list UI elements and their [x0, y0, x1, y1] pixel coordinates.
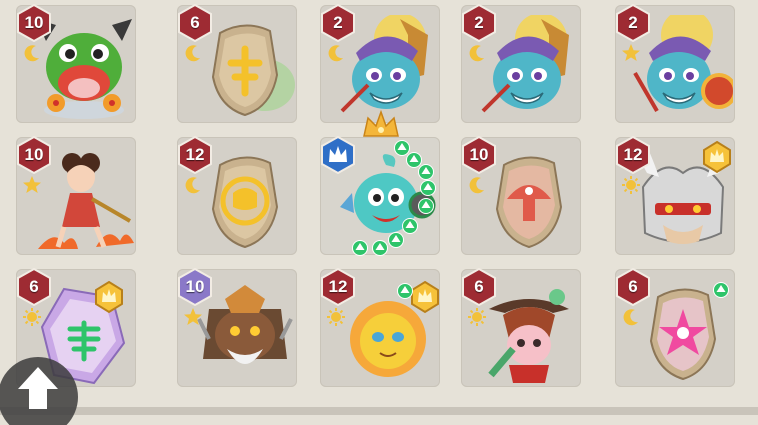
- crown-badge-icon: [318, 135, 358, 175]
- level-badge: 10: [14, 135, 54, 175]
- level-number: 6: [628, 277, 638, 296]
- sun-icon: [326, 307, 346, 327]
- level-badge: 10: [175, 267, 215, 307]
- sun-icon: [621, 175, 641, 195]
- level-badge: 2: [459, 3, 499, 43]
- level-number: 2: [474, 13, 484, 32]
- level-badge: 6: [459, 267, 499, 307]
- level-badge: 12: [613, 135, 653, 175]
- level-number: 2: [628, 13, 638, 32]
- upgrade-arrow-icon: [713, 282, 729, 298]
- upgrade-arrow-icon: [397, 283, 413, 299]
- level-badge: 12: [175, 135, 215, 175]
- bottom-bar: [0, 407, 758, 415]
- moon-icon: [22, 43, 42, 63]
- scroll-up-button[interactable]: [0, 345, 82, 425]
- level-number: 10: [185, 277, 205, 296]
- level-number: 6: [190, 13, 200, 32]
- level-number: 2: [333, 13, 343, 32]
- sun-icon: [467, 307, 487, 327]
- upgrade-arrow-icon: [420, 180, 436, 196]
- level-badge: 6: [175, 3, 215, 43]
- level-badge: 10: [14, 3, 54, 43]
- moon-icon: [183, 175, 203, 195]
- gold-crown-frame-icon: [92, 280, 126, 314]
- level-number: 10: [469, 145, 489, 164]
- star-icon: [22, 175, 42, 195]
- upgrade-arrow-icon: [388, 232, 404, 248]
- star-icon: [621, 43, 641, 63]
- crown-icon: [362, 110, 400, 140]
- level-badge: 12: [318, 267, 358, 307]
- level-number: 12: [185, 145, 205, 164]
- level-number: 10: [24, 13, 44, 32]
- upgrade-arrow-icon: [402, 218, 418, 234]
- upgrade-arrow-icon: [372, 240, 388, 256]
- level-number: 6: [474, 277, 484, 296]
- upgrade-arrow-icon: [418, 164, 434, 180]
- level-badge: 6: [613, 267, 653, 307]
- sun-icon: [22, 307, 42, 327]
- upgrade-arrow-icon: [418, 198, 434, 214]
- level-badge: 2: [613, 3, 653, 43]
- gold-trident-frame-icon: [408, 280, 442, 314]
- moon-icon: [326, 43, 346, 63]
- level-number: 12: [328, 277, 348, 296]
- level-badge: 6: [14, 267, 54, 307]
- moon-icon: [621, 307, 641, 327]
- upgrade-arrow-icon: [352, 240, 368, 256]
- moon-icon: [467, 43, 487, 63]
- monster-collection-grid: [0, 0, 758, 415]
- level-number: 10: [24, 145, 44, 164]
- level-badge: 2: [318, 3, 358, 43]
- level-badge: 10: [459, 135, 499, 175]
- level-number: 12: [623, 145, 643, 164]
- moon-icon: [467, 175, 487, 195]
- star-icon: [183, 307, 203, 327]
- moon-icon: [183, 43, 203, 63]
- gold-star-frame-icon: [700, 140, 734, 174]
- level-number: 6: [29, 277, 39, 296]
